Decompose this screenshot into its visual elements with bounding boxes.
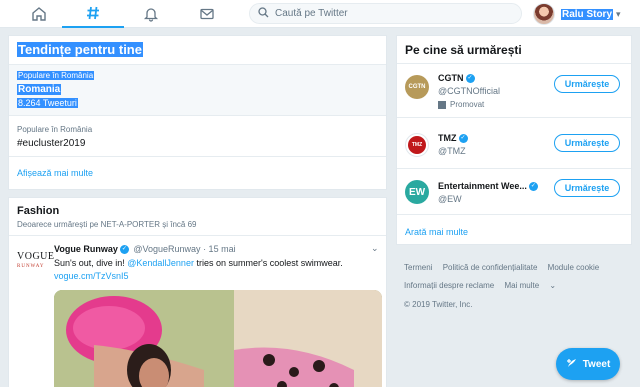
nav-explore[interactable]: [62, 0, 124, 28]
home-icon: [31, 6, 47, 22]
trend-context: Populare în România: [17, 125, 93, 134]
logo-text: VOGUE: [17, 251, 55, 262]
divider: [9, 115, 386, 116]
top-navigation-bar: Ralu Story ▾: [0, 0, 640, 28]
account-name-text[interactable]: TMZ: [438, 133, 457, 143]
footer-link-privacy[interactable]: Politică de confidențialitate: [443, 263, 538, 272]
trend-item[interactable]: Populare în România Romania 8.264 Tweetu…: [9, 65, 386, 115]
tweet-text-part: Sun's out, dive in!: [54, 258, 128, 268]
tweet-mention[interactable]: @KendallJenner: [127, 258, 194, 268]
account-name-text[interactable]: Entertainment Wee...: [438, 181, 527, 191]
footer-link-terms[interactable]: Termeni: [404, 263, 432, 272]
footer-link-more[interactable]: Mai multe ⌄: [505, 281, 565, 290]
trend-name[interactable]: #eucluster2019: [17, 138, 85, 149]
tweet-photo: [54, 290, 382, 387]
verified-icon: ✓: [465, 73, 475, 83]
nav-messages[interactable]: [176, 0, 238, 28]
vogue-runway-logo[interactable]: VOGUE RUNWAY: [17, 251, 55, 274]
avatar[interactable]: TMZ: [405, 133, 429, 157]
bell-icon: [143, 6, 159, 22]
tweet-button-label: Tweet: [582, 358, 611, 370]
divider: [397, 214, 631, 215]
tweet-header: Vogue Runway ✓ @VogueRunway · 15 mai: [54, 244, 236, 255]
show-more-accounts-link[interactable]: Arată mai multe: [405, 227, 468, 237]
avatar-text: EW: [408, 186, 426, 198]
avatar[interactable]: EW: [405, 180, 429, 204]
tweet-text: Sun's out, dive in! @KendallJenner tries…: [54, 258, 343, 268]
verified-icon: ✓: [528, 181, 538, 191]
trends-title: Tendințe pentru tine: [17, 42, 143, 57]
footer-link-cookies[interactable]: Module cookie: [548, 263, 600, 272]
follow-button[interactable]: Urmărește: [554, 134, 620, 152]
fashion-title: Fashion: [17, 205, 60, 217]
divider: [397, 117, 631, 118]
divider: [397, 168, 631, 169]
trend-context: Populare în România: [17, 71, 95, 80]
account-name[interactable]: TMZ ✓: [438, 133, 470, 144]
hashtag-icon: [85, 5, 101, 21]
follow-button[interactable]: Urmărește: [554, 75, 620, 93]
search-icon: [258, 5, 269, 23]
promoted-label: Promovat: [438, 100, 484, 109]
show-more-trends-link[interactable]: Afișează mai multe: [17, 168, 93, 178]
profile-menu[interactable]: Ralu Story ▾: [533, 2, 621, 26]
tweet-text-part: tries on summer's coolest swimwear.: [193, 258, 343, 268]
tweet-author[interactable]: Vogue Runway: [54, 244, 118, 254]
account-name[interactable]: CGTN ✓: [438, 73, 477, 84]
footer-link-ads-info[interactable]: Informații despre reclame: [404, 281, 494, 290]
account-name[interactable]: Entertainment Wee... ✓: [438, 181, 540, 192]
promoted-text: Promovat: [450, 100, 485, 109]
tweet-link[interactable]: vogue.cm/TzVsnI5: [54, 271, 129, 281]
who-to-follow-card: Pe cine să urmărești CGTN CGTN ✓ @CGTNOff…: [396, 35, 632, 245]
verified-icon: ✓: [119, 244, 129, 254]
tweet-date[interactable]: · 15 mai: [203, 244, 236, 254]
profile-name[interactable]: Ralu Story: [561, 8, 614, 20]
tweet-image[interactable]: [54, 290, 382, 387]
divider: [397, 63, 631, 64]
promoted-icon: [438, 100, 446, 109]
divider: [9, 156, 386, 157]
trend-count: 8.264 Tweeturi: [17, 98, 78, 108]
avatar[interactable]: [533, 3, 555, 25]
tweet-button[interactable]: Tweet: [556, 348, 620, 380]
avatar-text: CGTN: [408, 84, 426, 90]
divider: [9, 235, 386, 236]
search-input[interactable]: [275, 8, 505, 19]
fashion-subtitle: Deoarece urmărești pe NET-A-PORTER și în…: [17, 220, 197, 229]
account-handle[interactable]: @TMZ: [438, 146, 466, 156]
account-handle[interactable]: @EW: [438, 194, 462, 204]
account-handle[interactable]: @CGTNOfficial: [438, 86, 500, 96]
search-box[interactable]: [249, 3, 522, 24]
avatar[interactable]: CGTN: [405, 75, 429, 99]
verified-icon: ✓: [458, 133, 468, 143]
nav-home[interactable]: [8, 0, 70, 28]
account-name-text[interactable]: CGTN: [438, 73, 464, 83]
logo-subtext: RUNWAY: [17, 264, 45, 269]
trend-name[interactable]: Romania: [17, 84, 62, 95]
fashion-card: Fashion Deoarece urmărești pe NET-A-PORT…: [8, 197, 387, 387]
trends-card: Tendințe pentru tine Populare în România…: [8, 35, 387, 190]
chevron-down-icon[interactable]: ⌄: [371, 243, 379, 254]
compose-tweet-icon: [566, 357, 578, 372]
footer-link-more-text[interactable]: Mai multe: [505, 281, 540, 290]
tweet-handle[interactable]: @VogueRunway: [133, 244, 200, 254]
chevron-down-icon[interactable]: ▾: [616, 9, 621, 20]
chevron-down-icon: ⌄: [549, 281, 557, 290]
copyright: © 2019 Twitter, Inc.: [404, 300, 473, 309]
mail-icon: [199, 6, 215, 22]
follow-button[interactable]: Urmărește: [554, 179, 620, 197]
who-to-follow-title: Pe cine să urmărești: [405, 43, 522, 57]
avatar-text: TMZ: [408, 136, 426, 154]
nav-notifications[interactable]: [120, 0, 182, 28]
